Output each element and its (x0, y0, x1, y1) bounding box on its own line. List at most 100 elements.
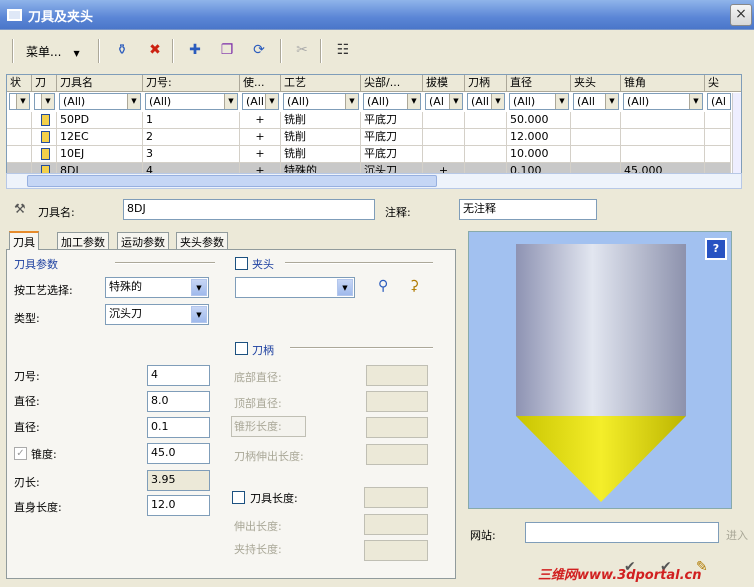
add-tool-icon[interactable]: ✚ (185, 40, 205, 60)
filter-process[interactable]: (All) ▼ (283, 93, 359, 110)
col-header-tip2[interactable]: 尖 (705, 75, 741, 92)
process-select[interactable]: 特殊的 ▼ (105, 277, 209, 298)
table-cell-num: 2 (143, 129, 240, 146)
col-header-name[interactable]: 刀具名 (57, 75, 143, 92)
tool-length-label: 刀具长度: (250, 492, 298, 505)
tool-number-input[interactable]: 4 (147, 365, 210, 386)
col-header-process[interactable]: 工艺 (281, 75, 361, 92)
col-header-angle[interactable]: 锥角 (621, 75, 705, 92)
tab-chuck-params[interactable]: 夹头参数 (176, 232, 228, 250)
clear-filter-icon[interactable]: ✂ (292, 40, 312, 60)
table-cell (705, 112, 731, 129)
tool-name-icon: ⚒ (14, 202, 26, 217)
table-row[interactable]: 12EC 2 + 铣削 平底刀 12.000 (7, 129, 731, 146)
col-header-shank[interactable]: 刀柄 (465, 75, 507, 92)
col-header-tool[interactable]: 刀 (32, 75, 57, 92)
new-tool-icon[interactable]: ⚱ (112, 40, 132, 60)
delete-tool-icon[interactable]: ✖ (145, 40, 165, 60)
shank-extension-input[interactable] (366, 444, 428, 465)
divider (285, 262, 433, 264)
col-header-use[interactable]: 使... (240, 75, 281, 92)
filter-angle[interactable]: (All) ▼ (623, 93, 703, 110)
table-cell-draft (423, 129, 465, 146)
type-select[interactable]: 沉头刀 ▼ (105, 304, 209, 325)
filter-draft[interactable]: (Al ▼ (425, 93, 463, 110)
bottom-diameter-label: 底部直径: (234, 371, 282, 384)
table-cell-tip: 平底刀 (361, 146, 423, 163)
tab-machining-params[interactable]: 加工参数 (57, 232, 109, 250)
tool-length-input[interactable] (364, 487, 428, 508)
top-diameter-label: 顶部直径: (234, 397, 282, 410)
extension-length-label: 伸出长度: (234, 520, 282, 533)
tool-params-title: 刀具参数 (14, 258, 58, 271)
copy-tool-icon[interactable]: ❐ (217, 40, 237, 60)
help-icon[interactable]: ? (705, 238, 727, 260)
chuck-checkbox[interactable] (235, 257, 248, 270)
divider (115, 262, 215, 264)
filter-shank[interactable]: (All ▼ (467, 93, 505, 110)
vertical-scrollbar[interactable] (732, 93, 741, 173)
shank-label: 刀柄 (252, 344, 274, 357)
columns-icon[interactable]: ☷ (333, 40, 353, 60)
filter-name[interactable]: (All) ▼ (59, 93, 141, 110)
import-tool-icon[interactable]: ⟳ (249, 40, 269, 60)
filter-chuck[interactable]: (All ▼ (573, 93, 619, 110)
tab-tool[interactable]: 刀具 (9, 231, 39, 250)
website-go-button[interactable]: 进入 (726, 527, 748, 543)
extension-length-input[interactable] (364, 514, 428, 535)
col-header-chuck[interactable]: 夹头 (571, 75, 621, 92)
divider (290, 347, 433, 349)
table-cell (705, 129, 731, 146)
table-row[interactable]: 10EJ 3 + 铣削 平底刀 10.000 (7, 146, 731, 163)
table-cell-chuck (571, 112, 621, 129)
col-header-draft[interactable]: 拔模 (423, 75, 465, 92)
close-button[interactable]: × (730, 4, 752, 26)
tip-diameter-input[interactable]: 0.1 (147, 417, 210, 438)
taper-length-input[interactable] (366, 417, 428, 438)
watermark: 三维网www.3dportal.cn (538, 568, 702, 583)
filter-number[interactable]: (All) ▼ (145, 93, 238, 110)
horizontal-scrollbar[interactable] (6, 173, 742, 189)
filter-diameter[interactable]: (All) ▼ (509, 93, 569, 110)
bottom-diameter-input[interactable] (366, 365, 428, 386)
col-header-status[interactable]: 状 (7, 75, 32, 92)
tip-diameter-label: 直径: (14, 421, 40, 434)
top-diameter-input[interactable] (366, 391, 428, 412)
col-header-diameter[interactable]: 直径 (507, 75, 571, 92)
table-cell (7, 112, 32, 129)
tool-name-input[interactable]: 8DJ (123, 199, 375, 220)
add-chuck-icon[interactable]: ⚲ (378, 278, 388, 294)
website-label: 网站: (470, 529, 496, 542)
type-label: 类型: (14, 312, 40, 325)
chuck-label: 夹头 (252, 258, 274, 271)
menu-button[interactable]: 菜单... ▼ (26, 43, 80, 60)
taper-length-button[interactable]: 锥形长度: (231, 416, 306, 437)
taper-input[interactable]: 45.0 (147, 443, 210, 464)
diameter-input[interactable]: 8.0 (147, 391, 210, 412)
tab-motion-params[interactable]: 运动参数 (117, 232, 169, 250)
col-header-number[interactable]: 刀号: (143, 75, 240, 92)
filter-tool[interactable]: ▼ (34, 93, 55, 110)
table-cell-diameter: 50.000 (507, 112, 571, 129)
table-cell-name: 12EC (57, 129, 143, 146)
table-cell-angle (621, 146, 705, 163)
toolbar: 菜单... ▼ ⚱ ✖ ✚ ❐ ⟳ ✂ ☷ (0, 31, 754, 71)
website-input[interactable] (525, 522, 719, 543)
shank-checkbox[interactable] (235, 342, 248, 355)
filter-tip[interactable]: (All) ▼ (363, 93, 421, 110)
filter-status[interactable]: ▼ (9, 93, 30, 110)
comment-input[interactable]: 无注释 (459, 199, 597, 220)
tool-table[interactable]: 状 刀 刀具名 刀号: 使... 工艺 尖部/... 拔模 刀柄 直径 夹头 锥… (6, 74, 742, 189)
table-cell-draft (423, 112, 465, 129)
new-chuck-icon[interactable]: ⚳ (409, 278, 419, 294)
table-row[interactable]: 50PD 1 + 铣削 平底刀 50.000 (7, 112, 731, 129)
body-length-input[interactable]: 12.0 (147, 495, 210, 516)
clamp-length-input[interactable] (364, 540, 428, 561)
filter-tip2[interactable]: (Al (707, 93, 731, 110)
tool-length-checkbox[interactable] (232, 491, 245, 504)
chuck-select[interactable]: ▼ (235, 277, 355, 298)
col-header-tip[interactable]: 尖部/... (361, 75, 423, 92)
taper-checkbox[interactable]: ✓ (14, 447, 27, 460)
table-cell-use: + (240, 112, 281, 129)
filter-use[interactable]: (All ▼ (242, 93, 279, 110)
